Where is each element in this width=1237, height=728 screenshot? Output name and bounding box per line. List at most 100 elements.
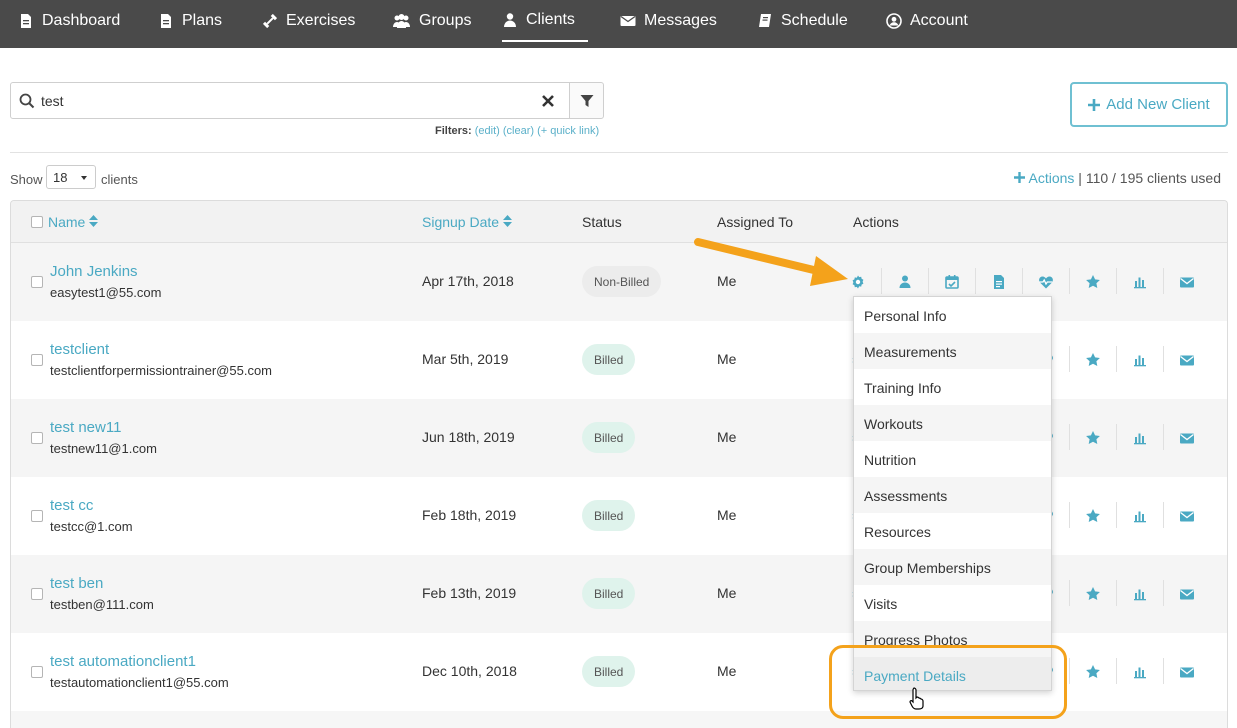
action-separator: [1163, 268, 1164, 294]
bar-chart-icon[interactable]: [1132, 352, 1148, 368]
client-name-link[interactable]: testclient: [50, 341, 109, 358]
envelope-icon[interactable]: [1179, 430, 1195, 446]
add-new-client-button[interactable]: Add New Client: [1070, 82, 1228, 127]
table-header: Name Signup Date Status Assigned To Acti…: [11, 201, 1227, 243]
heartbeat-icon[interactable]: [1038, 274, 1054, 290]
nav-exercises[interactable]: Exercises: [262, 0, 355, 42]
envelope-icon[interactable]: [1179, 352, 1195, 368]
client-name-link[interactable]: test ben: [50, 575, 103, 592]
nav-plans[interactable]: Plans: [158, 0, 222, 42]
action-separator: [1163, 424, 1164, 450]
bar-chart-icon[interactable]: [1132, 274, 1148, 290]
action-separator: [1116, 346, 1117, 372]
client-settings-dropdown: Personal Info Measurements Training Info Wo…: [853, 296, 1052, 691]
action-separator: [1069, 268, 1070, 294]
hand-cursor-icon: [909, 687, 924, 710]
bar-chart-icon[interactable]: [1132, 664, 1148, 680]
star-icon[interactable]: [1085, 586, 1101, 602]
header-status: Status: [582, 214, 622, 230]
clear-search-icon[interactable]: [541, 94, 555, 108]
divider: [10, 152, 1228, 153]
header-name[interactable]: Name: [48, 214, 99, 230]
dumbbell-icon: [262, 13, 278, 29]
book-icon: [759, 14, 771, 27]
dropdown-item-group-memberships[interactable]: Group Memberships: [854, 549, 1051, 585]
star-icon[interactable]: [1085, 508, 1101, 524]
action-separator: [1069, 658, 1070, 684]
client-email: easytest1@55.com: [50, 285, 162, 300]
status-badge: Billed: [582, 344, 636, 375]
annotation-arrow: [694, 238, 848, 286]
filters-clear-link[interactable]: (clear): [503, 125, 534, 137]
action-separator: [928, 268, 929, 294]
header-signup-date[interactable]: Signup Date: [422, 214, 512, 230]
action-separator: [1163, 502, 1164, 528]
row-checkbox[interactable]: [31, 276, 43, 288]
search-icon: [19, 93, 35, 109]
plus-icon: [1088, 98, 1101, 111]
action-separator: [1116, 658, 1117, 684]
user-icon[interactable]: [897, 274, 913, 290]
action-separator: [1069, 580, 1070, 606]
signup-date: Dec 10th, 2018: [422, 663, 517, 679]
row-checkbox[interactable]: [31, 510, 43, 522]
action-separator: [1069, 424, 1070, 450]
search-input[interactable]: [41, 90, 521, 112]
star-icon[interactable]: [1085, 352, 1101, 368]
nav-account[interactable]: Account: [886, 0, 968, 42]
row-checkbox[interactable]: [31, 588, 43, 600]
client-name-link[interactable]: test automationclient1: [50, 653, 196, 670]
users-icon: [393, 14, 410, 28]
annotation-highlight-box: [829, 645, 1067, 719]
file-icon: [21, 14, 31, 28]
action-separator: [1069, 502, 1070, 528]
dropdown-item-assessments[interactable]: Assessments: [854, 477, 1051, 513]
dropdown-item-nutrition[interactable]: Nutrition: [854, 441, 1051, 477]
search-box: [10, 82, 570, 119]
signup-date: Apr 17th, 2018: [422, 273, 514, 289]
envelope-icon[interactable]: [1179, 508, 1195, 524]
show-label: Show: [10, 172, 43, 187]
filters-edit-link[interactable]: (edit): [475, 125, 500, 137]
action-separator: [1163, 658, 1164, 684]
row-checkbox[interactable]: [31, 666, 43, 678]
filters-quick-link[interactable]: (+ quick link): [537, 125, 599, 137]
select-all-checkbox[interactable]: [31, 216, 43, 228]
client-email: testautomationclient1@55.com: [50, 675, 229, 690]
action-separator: [1116, 580, 1117, 606]
star-icon[interactable]: [1085, 274, 1101, 290]
bar-chart-icon[interactable]: [1132, 430, 1148, 446]
bar-chart-icon[interactable]: [1132, 586, 1148, 602]
nav-schedule[interactable]: Schedule: [757, 0, 848, 42]
client-name-link[interactable]: John Jenkins: [50, 263, 138, 280]
star-icon[interactable]: [1085, 430, 1101, 446]
envelope-icon[interactable]: [1179, 586, 1195, 602]
dropdown-item-workouts[interactable]: Workouts: [854, 405, 1051, 441]
row-checkbox[interactable]: [31, 432, 43, 444]
filter-button[interactable]: [569, 82, 604, 119]
action-separator: [1163, 580, 1164, 606]
dropdown-item-visits[interactable]: Visits: [854, 585, 1051, 621]
nav-dashboard[interactable]: Dashboard: [18, 0, 120, 42]
dropdown-item-training-info[interactable]: Training Info: [854, 369, 1051, 405]
nav-groups[interactable]: Groups: [392, 0, 471, 42]
row-checkbox[interactable]: [31, 354, 43, 366]
nav-messages[interactable]: Messages: [620, 0, 717, 42]
envelope-icon[interactable]: [1179, 274, 1195, 290]
client-name-link[interactable]: test new11: [50, 419, 121, 436]
page-size-select[interactable]: 18: [46, 165, 96, 189]
document-icon[interactable]: [991, 274, 1007, 290]
nav-clients[interactable]: Clients: [502, 0, 588, 42]
status-badge: Billed: [582, 500, 636, 531]
client-name-link[interactable]: test cc: [50, 497, 93, 514]
dropdown-item-personal-info[interactable]: Personal Info: [854, 297, 1051, 333]
calendar-check-icon[interactable]: [944, 274, 960, 290]
dropdown-item-resources[interactable]: Resources: [854, 513, 1051, 549]
star-icon[interactable]: [1085, 664, 1101, 680]
dropdown-item-measurements[interactable]: Measurements: [854, 333, 1051, 369]
bar-chart-icon[interactable]: [1132, 508, 1148, 524]
bulk-actions-link[interactable]: Actions: [1028, 170, 1074, 186]
envelope-icon[interactable]: [1179, 664, 1195, 680]
client-email: testclientforpermissiontrainer@55.com: [50, 363, 273, 378]
assigned-to: Me: [717, 507, 737, 523]
